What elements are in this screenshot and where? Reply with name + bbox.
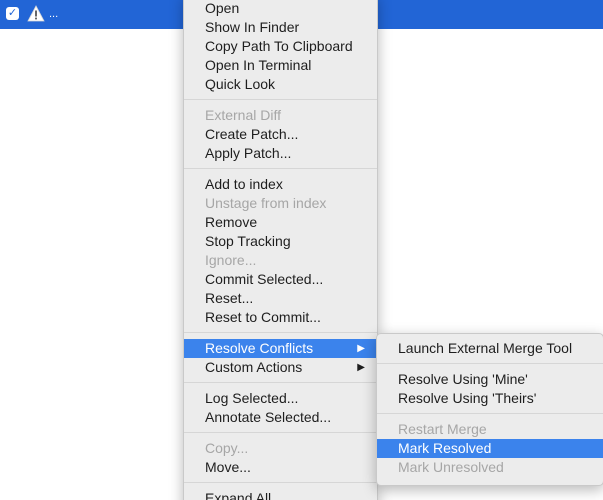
menu-item-custom-actions[interactable]: Custom Actions ▶ [184, 358, 377, 377]
menu-item-expand-all[interactable]: Expand All [184, 489, 377, 500]
menu-item-label: External Diff [205, 107, 281, 123]
menu-item-restart-merge: Restart Merge [377, 420, 603, 439]
menu-item-remove[interactable]: Remove [184, 213, 377, 232]
menu-item-label: Resolve Conflicts [205, 340, 314, 356]
menu-item-add-to-index[interactable]: Add to index [184, 175, 377, 194]
menu-item-stop-tracking[interactable]: Stop Tracking [184, 232, 377, 251]
menu-item-open-in-terminal[interactable]: Open In Terminal [184, 56, 377, 75]
menu-item-copy-path-to-clipboard[interactable]: Copy Path To Clipboard [184, 37, 377, 56]
menu-item-annotate-selected[interactable]: Annotate Selected... [184, 408, 377, 427]
menu-item-commit-selected[interactable]: Commit Selected... [184, 270, 377, 289]
menu-item-move[interactable]: Move... [184, 458, 377, 477]
context-menu: Open Show In Finder Copy Path To Clipboard… [183, 0, 378, 500]
menu-item-label: Expand All [205, 490, 272, 500]
menu-item-label: Restart Merge [398, 421, 487, 437]
menu-item-mark-unresolved: Mark Unresolved [377, 458, 603, 477]
menu-item-resolve-conflicts[interactable]: Resolve Conflicts ▶ [184, 339, 377, 358]
menu-item-label: Annotate Selected... [205, 409, 332, 425]
menu-item-launch-external-merge-tool[interactable]: Launch External Merge Tool [377, 339, 603, 358]
menu-item-reset-to-commit[interactable]: Reset to Commit... [184, 308, 377, 327]
menu-separator [377, 413, 603, 414]
checkbox-icon[interactable]: ✓ [6, 7, 19, 20]
submenu-arrow-icon: ▶ [357, 362, 365, 373]
menu-item-mark-resolved[interactable]: Mark Resolved [377, 439, 603, 458]
menu-item-label: Resolve Using 'Theirs' [398, 390, 537, 406]
menu-item-label: Reset to Commit... [205, 309, 321, 325]
menu-separator [377, 363, 603, 364]
menu-item-label: Create Patch... [205, 126, 299, 142]
menu-item-label: Remove [205, 214, 258, 230]
menu-item-label: Reset... [205, 290, 254, 306]
menu-separator [184, 482, 377, 483]
menu-item-label: Show In Finder [205, 19, 300, 35]
menu-item-label: Unstage from index [205, 195, 327, 211]
menu-item-open[interactable]: Open [184, 0, 377, 18]
menu-item-label: Mark Resolved [398, 440, 492, 456]
menu-item-label: Resolve Using 'Mine' [398, 371, 528, 387]
menu-item-label: Mark Unresolved [398, 459, 504, 475]
menu-item-label: Stop Tracking [205, 233, 291, 249]
menu-item-label: Launch External Merge Tool [398, 340, 573, 356]
menu-separator [184, 168, 377, 169]
menu-item-label: Log Selected... [205, 390, 299, 406]
menu-separator [184, 332, 377, 333]
menu-separator [184, 99, 377, 100]
menu-item-label: Open [205, 0, 240, 16]
menu-item-create-patch[interactable]: Create Patch... [184, 125, 377, 144]
menu-item-apply-patch[interactable]: Apply Patch... [184, 144, 377, 163]
menu-item-label: Add to index [205, 176, 283, 192]
menu-item-ignore: Ignore... [184, 251, 377, 270]
menu-item-label: Custom Actions [205, 359, 303, 375]
menu-item-label: Open In Terminal [205, 57, 312, 73]
menu-item-unstage-from-index: Unstage from index [184, 194, 377, 213]
app-window: ✓ ... Open Show In Finder Copy Path To Cli… [0, 0, 603, 500]
resolve-conflicts-submenu: Launch External Merge Tool Resolve Using … [376, 333, 603, 486]
menu-item-copy: Copy... [184, 439, 377, 458]
menu-item-label: Copy Path To Clipboard [205, 38, 353, 54]
menu-item-label: Apply Patch... [205, 145, 292, 161]
menu-item-label: Ignore... [205, 252, 257, 268]
menu-item-label: Commit Selected... [205, 271, 324, 287]
menu-item-log-selected[interactable]: Log Selected... [184, 389, 377, 408]
submenu-arrow-icon: ▶ [357, 343, 365, 354]
menu-item-label: Move... [205, 459, 251, 475]
menu-item-external-diff: External Diff [184, 106, 377, 125]
menu-separator [184, 432, 377, 433]
warning-triangle-icon [27, 5, 45, 22]
menu-item-resolve-using-mine[interactable]: Resolve Using 'Mine' [377, 370, 603, 389]
menu-item-label: Quick Look [205, 76, 276, 92]
menu-item-label: Copy... [205, 440, 249, 456]
menu-item-show-in-finder[interactable]: Show In Finder [184, 18, 377, 37]
menu-item-resolve-using-theirs[interactable]: Resolve Using 'Theirs' [377, 389, 603, 408]
menu-separator [184, 382, 377, 383]
menu-item-quick-look[interactable]: Quick Look [184, 75, 377, 94]
menu-item-reset[interactable]: Reset... [184, 289, 377, 308]
file-name: ... [49, 8, 59, 20]
